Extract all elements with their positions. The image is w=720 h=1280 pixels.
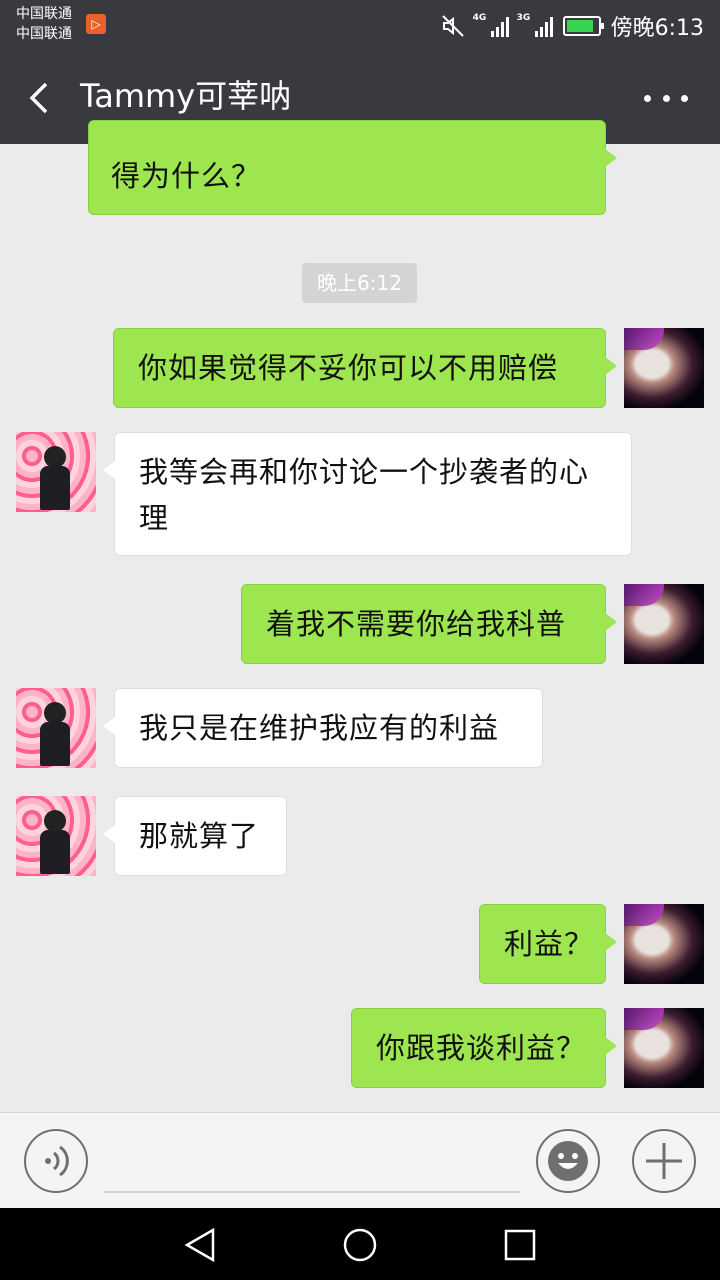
nav-recents-button[interactable] (501, 1226, 539, 1264)
signal-3g-icon: 3G (517, 13, 553, 37)
plus-button[interactable] (632, 1129, 696, 1193)
message-text: 利益？ (504, 927, 595, 961)
my-avatar[interactable] (624, 328, 704, 408)
system-nav-bar (0, 1208, 720, 1280)
more-icon (644, 94, 651, 102)
voice-button[interactable] (24, 1129, 88, 1193)
my-avatar[interactable] (624, 584, 704, 664)
chat-title: Tammy可莘呐 (80, 77, 292, 115)
battery-icon (562, 16, 604, 36)
back-button[interactable] (20, 76, 64, 120)
timestamp: 晚上6:12 (302, 263, 417, 303)
message-bubble[interactable]: 利益？ (479, 904, 617, 984)
message-input[interactable] (104, 1133, 520, 1193)
status-icons: 4G 3G 傍晚6:13 (441, 8, 704, 44)
contact-avatar[interactable] (16, 796, 96, 876)
circle-home-icon (343, 1228, 377, 1262)
square-recents-icon (504, 1229, 536, 1261)
chevron-left-icon (29, 82, 48, 114)
status-bar: 中国联通 中国联通 ▷ 4G 3G 傍晚6:13 (0, 0, 720, 52)
triangle-back-icon (184, 1227, 215, 1263)
input-bar (0, 1112, 720, 1208)
message-text: 那就算了 (139, 819, 260, 853)
mute-icon (441, 15, 464, 37)
status-time: 傍晚6:13 (610, 16, 704, 41)
more-button[interactable] (644, 76, 688, 120)
contact-avatar[interactable] (16, 432, 96, 512)
message-text: 得为什么？ (111, 159, 262, 193)
plus-icon (646, 1143, 682, 1179)
message-bubble[interactable]: 我只是在维护我应有的利益 (103, 688, 543, 768)
chat-screen: 中国联通 中国联通 ▷ 4G 3G 傍晚6:13 Tammy可莘呐 得为什么？ … (0, 0, 720, 1280)
message-text: 你跟我谈利益？ (376, 1031, 587, 1065)
message-text: 我只是在维护我应有的利益 (139, 711, 500, 745)
message-bubble[interactable]: 得为什么？ (88, 120, 617, 215)
my-avatar[interactable] (624, 1008, 704, 1088)
message-text-line: 理 (139, 501, 170, 535)
carrier-2: 中国联通 (16, 26, 72, 42)
carrier-info: 中国联通 中国联通 (16, 4, 72, 44)
carrier-1: 中国联通 (16, 6, 72, 22)
message-text: 你如果觉得不妥你可以不用赔偿 (138, 351, 559, 385)
message-bubble[interactable]: 你跟我谈利益？ (351, 1008, 617, 1088)
message-bubble[interactable]: 你如果觉得不妥你可以不用赔偿 (113, 328, 617, 408)
voice-icon (45, 1145, 69, 1177)
nav-back-button[interactable] (181, 1226, 219, 1264)
message-bubble[interactable]: 那就算了 (103, 796, 287, 876)
message-text: 着我不需要你给我科普 (266, 607, 567, 641)
nav-home-button[interactable] (341, 1226, 379, 1264)
contact-avatar[interactable] (16, 688, 96, 768)
message-bubble[interactable]: 着我不需要你给我科普 (241, 584, 617, 664)
emoji-button[interactable] (536, 1129, 600, 1193)
signal-4g-icon: 4G (473, 13, 509, 37)
message-bubble[interactable]: 我等会再和你讨论一个抄袭者的心 理 (103, 432, 632, 556)
my-avatar[interactable] (624, 904, 704, 984)
emoji-icon (548, 1141, 588, 1181)
message-text-line: 我等会再和你讨论一个抄袭者的心 (139, 455, 590, 489)
video-app-icon: ▷ (86, 14, 106, 34)
